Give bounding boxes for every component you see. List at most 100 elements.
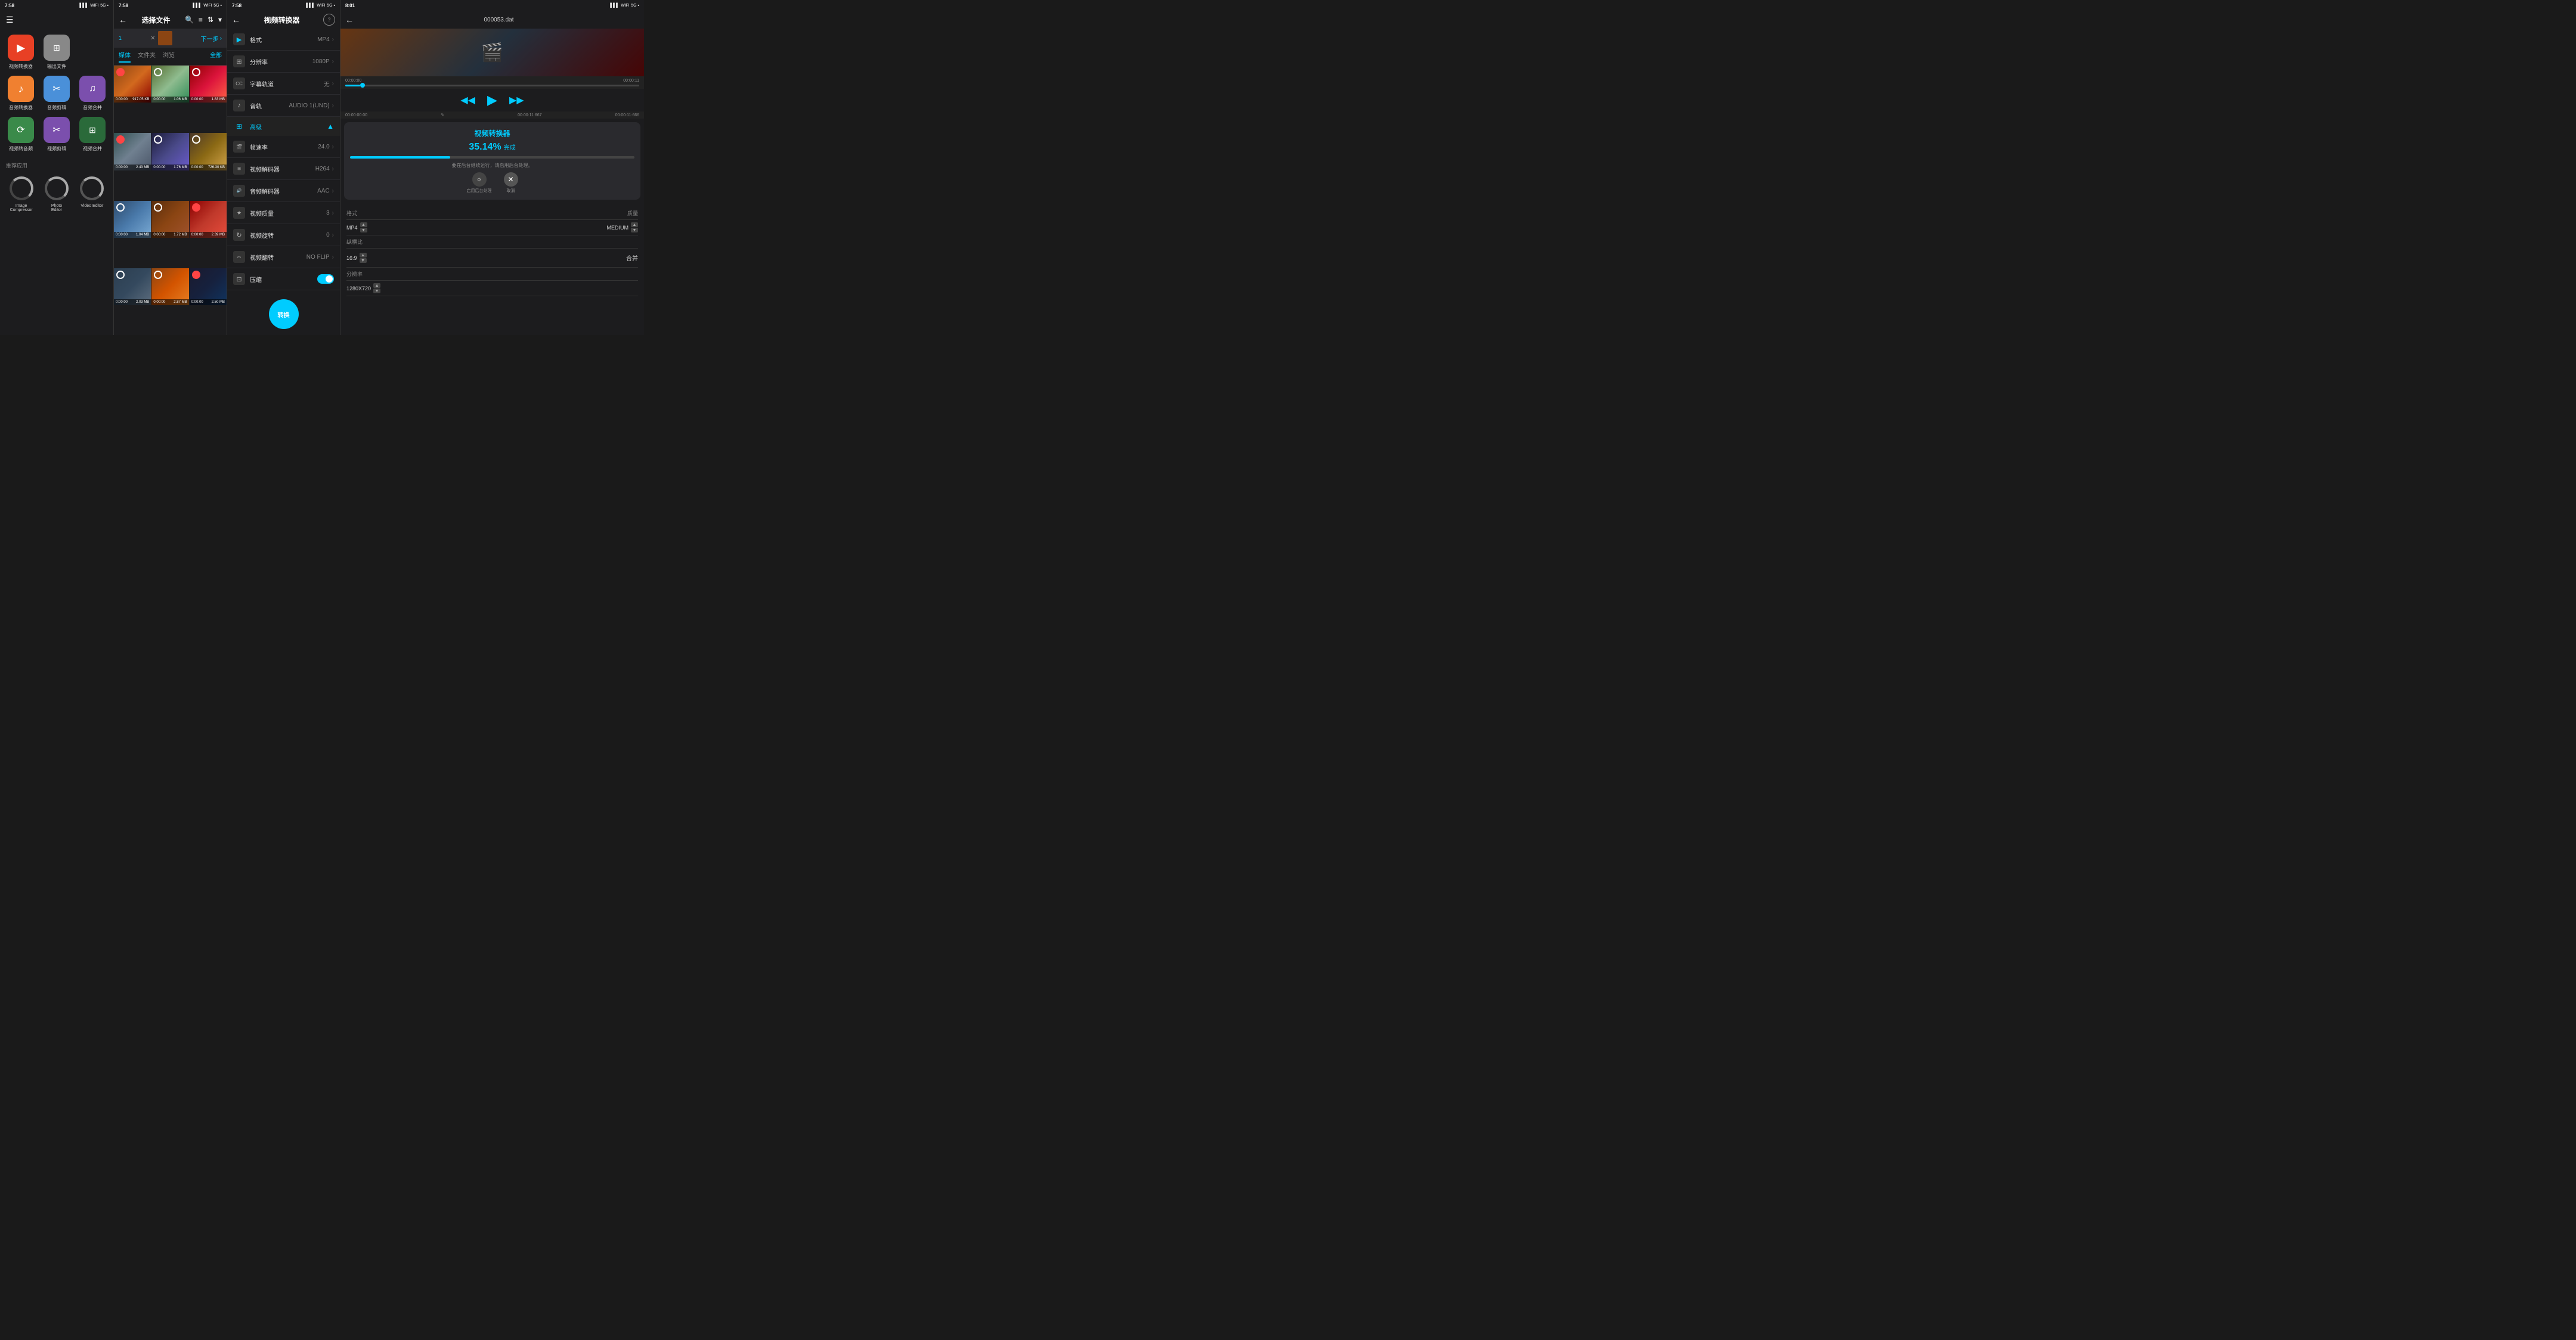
- select-circle-7[interactable]: [116, 203, 125, 212]
- audio-codec-label: 音频解码器: [250, 187, 317, 196]
- tab-media[interactable]: 媒体: [119, 50, 131, 63]
- battery-icon-p4: 5G ▪: [631, 4, 639, 8]
- video-thumb-5[interactable]: 0:00:00 1.76 MB: [151, 133, 188, 170]
- app-output-files[interactable]: ⊞ 输出文件: [42, 35, 72, 70]
- audio-value: AUDIO 1(UND): [289, 103, 329, 109]
- select-circle-12[interactable]: [192, 271, 200, 279]
- app-audio-converter[interactable]: ♪ 音频转换器: [6, 76, 36, 111]
- back-button-p4[interactable]: ←: [345, 15, 354, 24]
- rec-photo-editor[interactable]: PhotoEditor: [41, 175, 72, 212]
- convert-button[interactable]: 转换: [269, 299, 299, 329]
- next-label: 下一步: [201, 34, 219, 43]
- remove-selected-btn[interactable]: ✕: [150, 35, 155, 42]
- video-thumb-2[interactable]: 0:00:00 1.06 MB: [151, 66, 188, 103]
- select-circle-3[interactable]: [192, 68, 200, 76]
- video-thumb-7[interactable]: 0:00:00 1.04 MB: [114, 201, 151, 238]
- select-circle-4[interactable]: [116, 135, 125, 144]
- select-circle-11[interactable]: [154, 271, 162, 279]
- settings-video-flip[interactable]: ⇔ 视频翻转 NO FLIP ›: [227, 246, 340, 268]
- back-button-p3[interactable]: ←: [232, 15, 240, 24]
- selected-thumb-img: [158, 31, 172, 45]
- resolution-down-btn[interactable]: ▼: [373, 289, 380, 293]
- rewind-button[interactable]: ◀◀: [460, 94, 475, 106]
- quality-down-btn[interactable]: ▼: [631, 228, 638, 232]
- tab-folder[interactable]: 文件夹: [138, 50, 156, 63]
- settings-fps[interactable]: 🎬 帧速率 24.0 ›: [227, 136, 340, 158]
- select-circle-6[interactable]: [192, 135, 200, 144]
- format-down-btn[interactable]: ▼: [360, 228, 367, 232]
- thumb-overlay-4: 0:00:00 2.43 MB: [114, 165, 151, 170]
- bg-process-icon: ⚙: [472, 172, 487, 187]
- app-audio-merge[interactable]: ♫ 音频合并: [78, 76, 107, 111]
- aspect-down-btn[interactable]: ▼: [360, 258, 367, 263]
- resolution-up-btn[interactable]: ▲: [373, 283, 380, 288]
- settings-audio-codec[interactable]: 🔊 音频解码器 AAC ›: [227, 180, 340, 202]
- settings-format[interactable]: ▶ 格式 MP4 ›: [227, 29, 340, 51]
- progress-note: 要在后台继续运行，请启用后台处理。: [452, 162, 533, 169]
- thumb-size-6: 726.30 KB: [208, 166, 225, 169]
- play-button[interactable]: ▶: [487, 92, 497, 108]
- app-video-converter[interactable]: ▶ 视频转换器: [6, 35, 36, 70]
- select-circle-2[interactable]: [154, 68, 162, 76]
- select-circle-1[interactable]: [116, 68, 125, 76]
- help-button[interactable]: ?: [323, 14, 335, 26]
- signal-icon-p2: ▌▌▌: [193, 4, 202, 8]
- video-thumb-11[interactable]: 0:00:00 2.87 MB: [151, 268, 188, 305]
- advanced-section-header[interactable]: ⊞ 高级 ▲: [227, 117, 340, 136]
- cancel-option[interactable]: ✕ 取消: [504, 172, 518, 194]
- filter-icon[interactable]: ⇅: [208, 15, 213, 24]
- settings-subtitle[interactable]: CC 字幕轨道 无 ›: [227, 73, 340, 95]
- video-to-audio-icon: ⟳: [8, 117, 34, 143]
- aspect-stepper[interactable]: ▲ ▼: [360, 253, 367, 263]
- select-circle-8[interactable]: [154, 203, 162, 212]
- tab-all[interactable]: 全部: [210, 50, 222, 63]
- settings-audio[interactable]: ♪ 音轨 AUDIO 1(UND) ›: [227, 95, 340, 117]
- app-video-merge[interactable]: ⊞ 视频合并: [78, 117, 107, 152]
- app-video-to-audio[interactable]: ⟳ 视频转音频: [6, 117, 36, 152]
- settings-video-codec[interactable]: ⊞ 视频解码器 H264 ›: [227, 158, 340, 180]
- format-stepper[interactable]: ▲ ▼: [360, 222, 367, 232]
- compress-toggle[interactable]: [317, 274, 334, 284]
- video-codec-label: 视频解码器: [250, 165, 315, 173]
- video-thumb-6[interactable]: 0:00:00 726.30 KB: [190, 133, 227, 170]
- timeline-track[interactable]: [345, 85, 639, 86]
- video-thumb-12[interactable]: 0:00:00 2.50 MB: [190, 268, 227, 305]
- video-thumb-1[interactable]: 0:00:00 917.05 KB: [114, 66, 151, 103]
- search-icon-p2[interactable]: 🔍: [185, 15, 194, 24]
- video-quality-value: 3: [326, 210, 330, 216]
- forward-button[interactable]: ▶▶: [509, 94, 524, 106]
- select-circle-10[interactable]: [116, 271, 125, 279]
- menu-icon[interactable]: ☰: [6, 15, 14, 25]
- more-icon[interactable]: ▾: [218, 15, 222, 24]
- sub-time-end: 00:00:11:666: [615, 113, 639, 117]
- app-video-editor[interactable]: ✂ 视频剪辑: [42, 117, 72, 152]
- video-thumb-8[interactable]: 0:00:00 1.72 MB: [151, 201, 188, 238]
- video-thumb-10[interactable]: 0:00:00 2.03 MB: [114, 268, 151, 305]
- resolution-stepper[interactable]: ▲ ▼: [373, 283, 380, 293]
- rec-video-editor[interactable]: Video Editor: [77, 175, 107, 212]
- next-step-btn[interactable]: 下一步 ›: [201, 34, 222, 43]
- video-thumb-4[interactable]: 0:00:00 2.43 MB: [114, 133, 151, 170]
- recommended-label: 推荐应用: [0, 158, 113, 172]
- settings-video-rotate[interactable]: ↻ 视频旋转 0 ›: [227, 224, 340, 246]
- tab-browse[interactable]: 浏览: [163, 50, 175, 63]
- quality-stepper[interactable]: ▲ ▼: [631, 222, 638, 232]
- back-button-p2[interactable]: ←: [119, 15, 127, 24]
- video-thumb-9[interactable]: 0:00:00 2.39 MB: [190, 201, 227, 238]
- format-up-btn[interactable]: ▲: [360, 222, 367, 227]
- settings-resolution[interactable]: ⊞ 分辨率 1080P ›: [227, 51, 340, 73]
- select-circle-9[interactable]: [192, 203, 200, 212]
- rec-image-compressor[interactable]: ImageCompressor: [6, 175, 36, 212]
- timeline-thumb[interactable]: [360, 83, 365, 88]
- aspect-up-btn[interactable]: ▲: [360, 253, 367, 258]
- app-audio-editor[interactable]: ✂ 音频剪辑: [42, 76, 72, 111]
- bg-process-option[interactable]: ⚙ 启用后台处理: [467, 172, 492, 194]
- settings-compress[interactable]: ⊡ 压缩: [227, 268, 340, 290]
- list-icon[interactable]: ≡: [199, 15, 203, 24]
- quality-up-btn[interactable]: ▲: [631, 222, 638, 227]
- fps-label: 帧速率: [250, 142, 318, 151]
- video-thumb-3[interactable]: 0:00:00 1.83 MB: [190, 66, 227, 103]
- settings-video-quality[interactable]: ★ 视频质量 3 ›: [227, 202, 340, 224]
- edit-icon[interactable]: ✎: [441, 113, 444, 117]
- select-circle-5[interactable]: [154, 135, 162, 144]
